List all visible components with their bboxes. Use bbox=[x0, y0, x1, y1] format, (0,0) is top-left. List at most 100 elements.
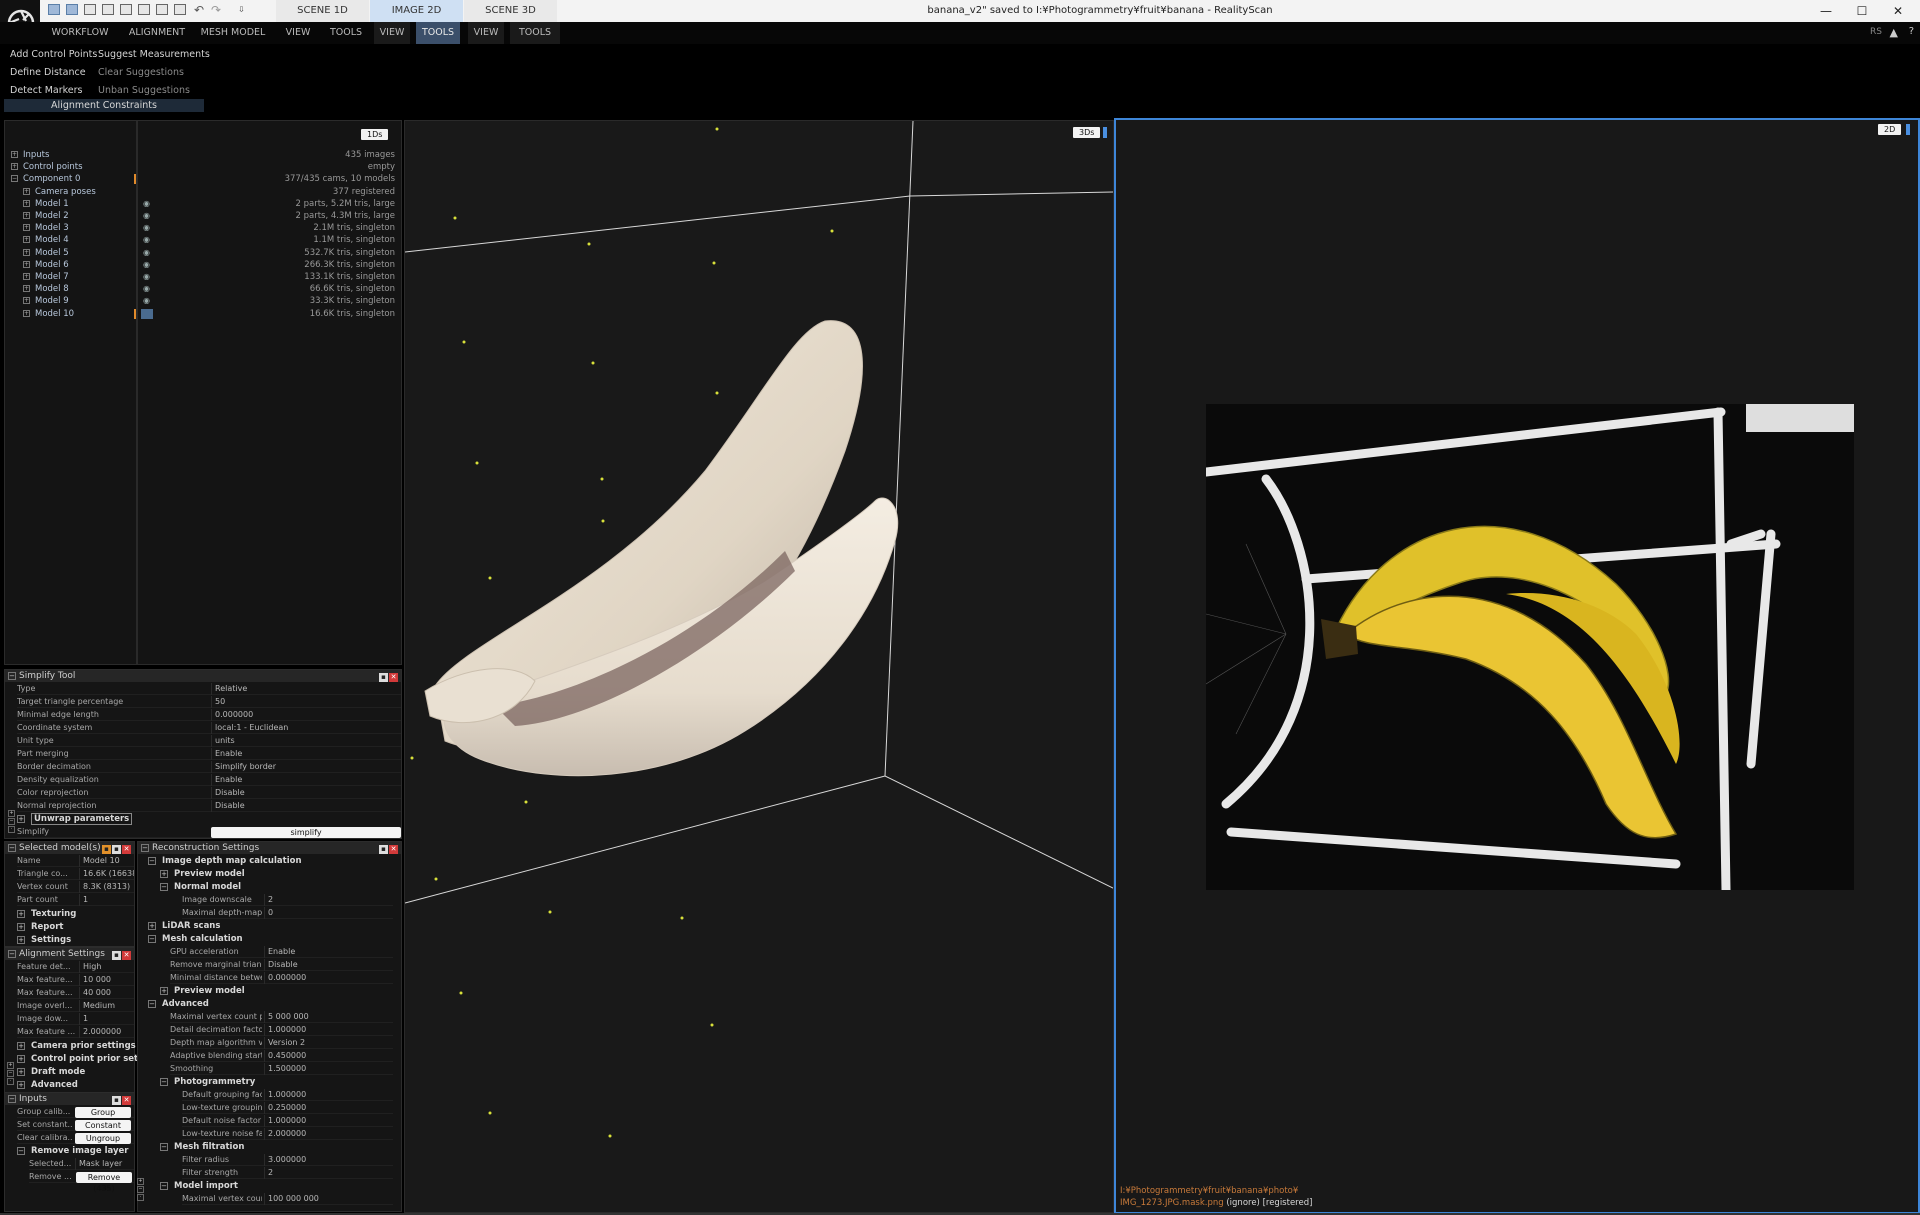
property-value[interactable]: 1 bbox=[79, 894, 134, 906]
expand-icon[interactable]: + bbox=[23, 212, 30, 219]
property-value[interactable]: Disable bbox=[211, 800, 401, 812]
expand-icon[interactable]: + bbox=[11, 151, 18, 158]
expand-icon[interactable]: + bbox=[160, 870, 168, 878]
badge-1ds[interactable]: 1Ds bbox=[361, 129, 389, 140]
property-value[interactable]: 16.6K (16638) bbox=[79, 868, 134, 880]
collapse-icon[interactable]: − bbox=[17, 1147, 25, 1155]
property-value[interactable]: 0.000000 bbox=[211, 709, 401, 721]
clear-suggestions-button[interactable]: Clear Suggestions bbox=[98, 67, 184, 78]
recon-property-row[interactable]: Default noise factor 1.000000 bbox=[182, 1115, 393, 1127]
tree-row[interactable]: + Model 5 ◉ 532.7K tris, singleton bbox=[5, 247, 403, 259]
section-report[interactable]: + Report bbox=[17, 921, 132, 933]
property-value[interactable]: Enable bbox=[264, 946, 393, 958]
expand-icon[interactable]: + bbox=[23, 273, 30, 280]
tab-image-2d[interactable]: IMAGE 2D bbox=[370, 0, 463, 22]
expand-icon[interactable]: + bbox=[17, 923, 25, 931]
collapse-icon[interactable]: − bbox=[8, 844, 16, 852]
rs-label[interactable]: RS bbox=[1870, 27, 1882, 37]
expand-icon[interactable]: + bbox=[23, 297, 30, 305]
current-model-icon[interactable] bbox=[141, 308, 153, 319]
property-row[interactable]: Image dow... 1 bbox=[17, 1013, 134, 1025]
menu-tools-3d[interactable]: TOOLS bbox=[510, 22, 560, 44]
visibility-eye-icon[interactable]: ◉ bbox=[143, 247, 150, 259]
property-value[interactable]: local:1 - Euclidean bbox=[211, 722, 401, 734]
tree-row[interactable]: + Model 7 ◉ 133.1K tris, singleton bbox=[5, 271, 403, 283]
badge-2d[interactable]: 2D bbox=[1878, 124, 1902, 135]
expand-icon[interactable]: + bbox=[23, 248, 30, 256]
redo-icon[interactable]: ↷ bbox=[211, 3, 221, 17]
recon-property-row[interactable]: Filter strength 2 bbox=[182, 1167, 393, 1179]
menu-alignment[interactable]: ALIGNMENT bbox=[122, 22, 192, 44]
property-value[interactable]: 1.500000 bbox=[264, 1063, 393, 1075]
tree-row[interactable]: + Model 3 ◉ 2.1M tris, singleton bbox=[5, 222, 403, 234]
tree-row[interactable]: + Model 2 ◉ 2 parts, 4.3M tris, large bbox=[5, 210, 403, 222]
help-icon[interactable]: ? bbox=[1909, 26, 1914, 37]
expand-icon[interactable]: + bbox=[17, 910, 25, 918]
recon-section[interactable]: + Preview model bbox=[160, 868, 388, 880]
tree-row[interactable]: + Control points empty bbox=[5, 161, 403, 173]
tree-row[interactable]: + Model 1 ◉ 2 parts, 5.2M tris, large bbox=[5, 198, 403, 210]
expand-icon[interactable]: + bbox=[17, 815, 25, 823]
recon-section[interactable]: − Advanced bbox=[148, 998, 388, 1010]
expand-icon[interactable]: + bbox=[17, 1042, 25, 1050]
layout-4-icon[interactable] bbox=[102, 4, 114, 15]
property-row[interactable]: Coordinate system local:1 - Euclidean bbox=[17, 722, 401, 734]
selected-models-header[interactable]: − Selected model(s) ▪ ▪ ✕ bbox=[5, 842, 134, 854]
inputs-action-button[interactable]: Ungroup bbox=[75, 1133, 131, 1144]
visibility-eye-icon[interactable]: ◉ bbox=[143, 271, 150, 283]
detect-markers-button[interactable]: Detect Markers bbox=[10, 85, 82, 96]
expand-icon[interactable]: + bbox=[23, 224, 30, 232]
property-row[interactable]: Unit type units bbox=[17, 735, 401, 747]
property-value[interactable]: Disable bbox=[264, 959, 393, 971]
recon-property-row[interactable]: Low-texture noise factor2.000000 bbox=[182, 1128, 393, 1140]
property-value[interactable]: Enable bbox=[211, 748, 401, 760]
expand-icon[interactable]: + bbox=[17, 936, 25, 944]
property-value[interactable]: 50 bbox=[211, 696, 401, 708]
pin-icon[interactable]: ▪ bbox=[102, 845, 111, 854]
collapse-icon[interactable]: − bbox=[8, 1095, 16, 1103]
collapse-icon[interactable]: − bbox=[148, 857, 156, 865]
menu-view[interactable]: VIEW bbox=[278, 22, 318, 44]
visibility-eye-icon[interactable]: ◉ bbox=[143, 283, 150, 295]
inputs-action-button[interactable]: Constant bbox=[75, 1120, 131, 1131]
tab-scene-3d[interactable]: SCENE 3D bbox=[464, 0, 557, 22]
recon-property-row[interactable]: Minimal distance between t...0.000000 bbox=[170, 972, 393, 984]
property-value[interactable]: Version 2 bbox=[264, 1037, 393, 1049]
property-value[interactable]: 2 bbox=[264, 1167, 393, 1179]
tree-row[interactable]: + Model 4 ◉ 1.1M tris, singleton bbox=[5, 234, 403, 246]
property-value[interactable]: 0.450000 bbox=[264, 1050, 393, 1062]
reconstruction-settings-header[interactable]: − Reconstruction Settings ▪ ✕ bbox=[138, 842, 401, 854]
alignment-settings-header[interactable]: − Alignment Settings ▪ ✕ bbox=[5, 948, 134, 960]
expand-icon[interactable]: + bbox=[23, 236, 30, 244]
recon-property-row[interactable]: Remove marginal trianglesDisable bbox=[170, 959, 393, 971]
inputs-action-button[interactable]: Group bbox=[75, 1107, 131, 1118]
collapse-icon[interactable]: − bbox=[160, 1182, 168, 1190]
property-row[interactable]: Target triangle percentage 50 bbox=[17, 696, 401, 708]
property-value[interactable]: Mask layer bbox=[75, 1158, 133, 1170]
property-row[interactable]: Type Relative bbox=[17, 683, 401, 695]
expand-icon[interactable]: − bbox=[11, 175, 18, 183]
recon-property-row[interactable]: Low-texture grouping f...0.250000 bbox=[182, 1102, 393, 1114]
visibility-eye-icon[interactable]: ◉ bbox=[143, 198, 150, 210]
property-value[interactable]: 1.000000 bbox=[264, 1115, 393, 1127]
property-row[interactable]: Feature det... High bbox=[17, 961, 134, 973]
collapse-icon[interactable]: − bbox=[160, 1143, 168, 1151]
recon-section[interactable]: − Mesh calculation bbox=[148, 933, 388, 945]
close-panel-icon[interactable]: ✕ bbox=[389, 845, 398, 854]
property-row[interactable]: Part count 1 bbox=[17, 894, 134, 906]
property-value[interactable]: 8.3K (8313) bbox=[79, 881, 134, 893]
recon-section[interactable]: + Preview model bbox=[160, 985, 388, 997]
property-value[interactable]: 1 bbox=[79, 1013, 134, 1025]
recon-property-row[interactable]: Image downscale 2 bbox=[182, 894, 393, 906]
recon-property-row[interactable]: Default grouping factor1.000000 bbox=[182, 1089, 393, 1101]
tab-scene-1d[interactable]: SCENE 1D bbox=[276, 0, 369, 22]
recon-section[interactable]: − Mesh filtration bbox=[160, 1141, 388, 1153]
layout-8-icon[interactable] bbox=[174, 4, 186, 15]
collapse-icon[interactable]: − bbox=[8, 950, 16, 958]
tree-row[interactable]: − Component 0 377/435 cams, 10 models bbox=[5, 173, 403, 185]
expand-icon[interactable]: + bbox=[17, 1081, 25, 1089]
property-value[interactable]: 2 bbox=[264, 894, 393, 906]
visibility-eye-icon[interactable]: ◉ bbox=[143, 234, 150, 246]
recon-section[interactable]: + LiDAR scans bbox=[148, 920, 388, 932]
property-value[interactable]: Relative bbox=[211, 683, 401, 695]
